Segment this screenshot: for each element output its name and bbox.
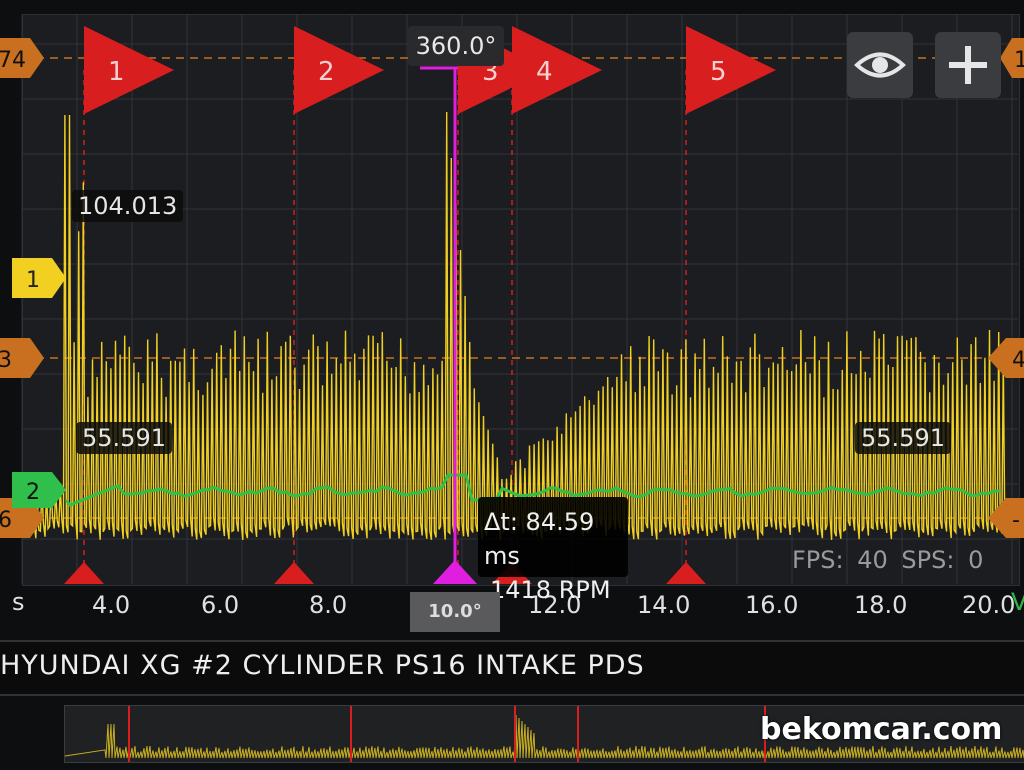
- flag-bottom-marker[interactable]: [274, 562, 314, 584]
- fps-sps-status: FPS: 40 SPS: 0: [792, 546, 983, 574]
- x-tick-label: 8.0: [309, 591, 347, 619]
- capture-title: HYUNDAI XG #2 CYLINDER PS16 INTAKE PDS: [0, 650, 645, 681]
- x-tick-label: 14.0: [637, 591, 690, 619]
- add-button[interactable]: [935, 32, 1001, 98]
- delta-time-value: Δt: 84.59 ms: [484, 508, 595, 570]
- watermark: bekomcar.com: [760, 712, 1003, 747]
- left-marker-label: 74: [0, 48, 26, 73]
- right-marker-label: 1: [1014, 48, 1024, 73]
- angle-readout: 360.0°: [408, 26, 504, 66]
- visibility-button[interactable]: [847, 32, 913, 98]
- left-marker-3[interactable]: 3: [0, 338, 44, 378]
- flag-label: 4: [536, 57, 553, 87]
- x-tick-label: 6.0: [201, 591, 239, 619]
- peak-value-readout: 104.013: [72, 190, 184, 222]
- flag-label: 1: [108, 57, 125, 87]
- y-axis-unit: V: [1011, 588, 1024, 616]
- sps-value: SPS: 0: [901, 546, 984, 574]
- x-axis-unit: s: [12, 588, 25, 616]
- cursor-handle: [433, 560, 477, 584]
- x-tick-label: 18.0: [854, 591, 907, 619]
- flag-label: 2: [318, 57, 335, 87]
- x-tick-label: 20.0: [962, 591, 1015, 619]
- flag-4[interactable]: 4: [512, 26, 602, 114]
- channel-2-label: 2: [26, 480, 40, 505]
- eye-icon: [854, 52, 906, 78]
- flag-label: 5: [710, 57, 727, 87]
- flag-2[interactable]: 2: [294, 26, 384, 114]
- x-tick-label: 16.0: [745, 591, 798, 619]
- left-marker-label: 6: [0, 508, 12, 533]
- cursor-position-badge[interactable]: 10.0°: [410, 592, 500, 632]
- channel-1-label: 1: [26, 268, 40, 293]
- plus-icon: [949, 46, 987, 84]
- flag-bottom-marker[interactable]: [64, 562, 104, 584]
- right-marker-label: 4: [1012, 348, 1024, 373]
- channel-2-marker[interactable]: 2: [12, 472, 66, 508]
- right-marker-label: -: [1012, 508, 1020, 533]
- right-level-readout: 55.591: [855, 422, 951, 454]
- delta-time-panel: Δt: 84.59 ms 1418 RPM: [478, 497, 628, 604]
- left-marker-label: 3: [0, 348, 12, 373]
- fps-value: FPS: 40: [792, 546, 888, 574]
- title-bar: HYUNDAI XG #2 CYLINDER PS16 INTAKE PDS: [0, 640, 1024, 696]
- left-level-readout: 55.591: [76, 422, 172, 454]
- channel-1-trace: [21, 111, 1006, 540]
- right-marker-4[interactable]: 4: [988, 338, 1024, 378]
- rpm-value: 1418 RPM: [490, 576, 611, 604]
- x-tick-label: 4.0: [92, 591, 130, 619]
- flag-bottom-marker[interactable]: [666, 562, 706, 584]
- flag-1[interactable]: 1: [84, 26, 174, 114]
- flag-5[interactable]: 5: [686, 26, 776, 114]
